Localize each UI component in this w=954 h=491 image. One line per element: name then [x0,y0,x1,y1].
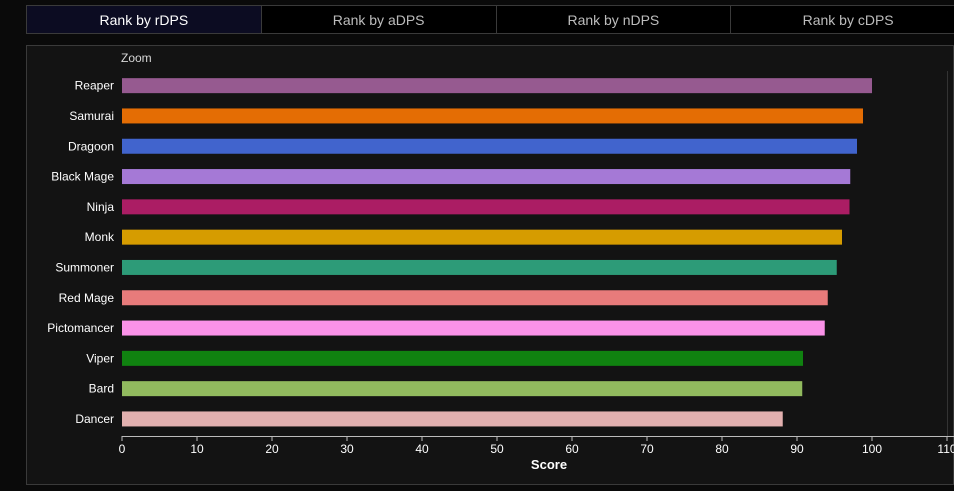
x-tick-label-10: 10 [190,442,204,456]
category-label-dragoon: Dragoon [68,139,114,153]
tab-rank-by-ndps[interactable]: Rank by nDPS [496,6,732,33]
bar-bard[interactable] [122,381,803,397]
x-tick-label-50: 50 [490,442,504,456]
chart-panel: Zoom Reaper Samurai Dragoon Black Mage Ninja… [26,45,954,485]
bar-ninja[interactable] [122,199,850,215]
x-tick-label-60: 60 [565,442,579,456]
x-tick-label-0: 0 [119,442,126,456]
x-axis-title: Score [531,457,567,472]
bar-viper[interactable] [122,350,803,366]
category-label-ninja: Ninja [87,200,115,214]
category-label-reaper: Reaper [75,79,114,93]
category-label-summoner: Summoner [55,260,114,274]
bar-dragoon[interactable] [122,138,857,154]
x-tick-label-100: 100 [862,442,882,456]
x-tick-label-90: 90 [790,442,804,456]
bar-red-mage[interactable] [122,290,828,306]
category-label-pictomancer: Pictomancer [47,321,114,335]
dps-ranking-bar-chart: Zoom Reaper Samurai Dragoon Black Mage Ninja… [47,51,954,472]
x-tick-label-40: 40 [415,442,429,456]
category-label-red-mage: Red Mage [59,291,115,305]
zoom-label[interactable]: Zoom [121,51,152,65]
tab-rank-by-cdps[interactable]: Rank by cDPS [731,6,954,33]
bar-monk[interactable] [122,229,842,245]
category-label-dancer: Dancer [75,412,114,426]
ranking-tabs: Rank by rDPS Rank by aDPS Rank by nDPS R… [26,5,954,34]
bar-black-mage[interactable] [122,169,851,185]
x-tick-label-20: 20 [265,442,279,456]
x-tick-label-70: 70 [640,442,654,456]
bar-summoner[interactable] [122,259,837,275]
x-tick-label-30: 30 [340,442,354,456]
category-label-monk: Monk [85,230,115,244]
category-label-black-mage: Black Mage [51,170,114,184]
x-tick-label-80: 80 [715,442,729,456]
bar-samurai[interactable] [122,108,863,124]
category-label-samurai: Samurai [69,109,114,123]
bar-dancer[interactable] [122,411,783,427]
x-tick-label-110: 110 [937,442,954,456]
category-label-bard: Bard [89,382,114,396]
category-label-viper: Viper [86,351,114,365]
bar-pictomancer[interactable] [122,320,825,336]
tab-rank-by-adps[interactable]: Rank by aDPS [261,6,497,33]
tab-rank-by-rdps[interactable]: Rank by rDPS [27,6,262,33]
bar-reaper[interactable] [122,78,872,94]
